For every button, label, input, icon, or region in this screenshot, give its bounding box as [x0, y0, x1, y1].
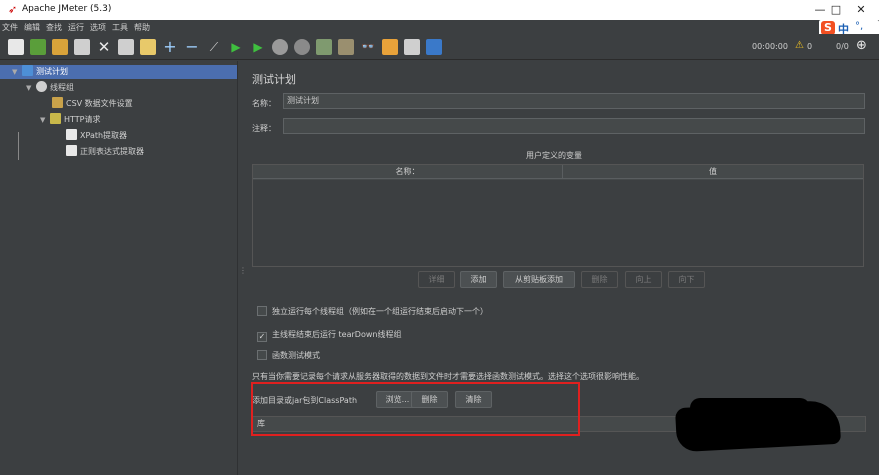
- tree-item-csv-data-set[interactable]: CSV 数据文件设置: [52, 97, 133, 111]
- name-field[interactable]: 测试计划: [283, 93, 865, 109]
- menu-search[interactable]: 查找: [46, 22, 62, 33]
- clear-all-icon[interactable]: [338, 39, 354, 55]
- test-plan-tree: ▼ 测试计划 ▼ 线程组 CSV 数据文件设置 ▼ HTTP请求 XPath提取器 正…: [0, 61, 237, 475]
- add-from-clipboard-button[interactable]: 从剪贴板添加: [503, 271, 575, 288]
- tree-item-thread-group[interactable]: ▼ 线程组: [26, 81, 74, 95]
- extractor-icon: [66, 129, 77, 140]
- stop-icon[interactable]: [272, 39, 288, 55]
- comment-field[interactable]: [283, 118, 865, 134]
- functional-mode-note: 只有当你需要记录每个请求从服务器取得的数据到文件时才需要选择函数测试模式。选择这…: [252, 372, 644, 381]
- remote-globe-icon[interactable]: ⊕: [856, 38, 867, 53]
- warning-icon[interactable]: ⚠: [795, 40, 804, 51]
- title-bar: ➶ Apache JMeter (5.3) — □ ✕: [0, 0, 879, 20]
- move-down-button[interactable]: 向下: [668, 271, 705, 288]
- copy-icon[interactable]: [118, 39, 134, 55]
- help-icon[interactable]: [426, 39, 442, 55]
- column-header-name[interactable]: 名称：: [253, 165, 563, 179]
- panel-splitter[interactable]: ⋮: [237, 61, 247, 475]
- new-icon[interactable]: [8, 39, 24, 55]
- sampler-pen-icon: [50, 113, 61, 124]
- clear-icon[interactable]: [316, 39, 332, 55]
- templates-icon[interactable]: [30, 39, 46, 55]
- column-header-value[interactable]: 值: [563, 165, 863, 179]
- chevron-down-icon[interactable]: ▼: [12, 65, 22, 79]
- serial-checkbox[interactable]: [257, 306, 267, 316]
- teardown-option[interactable]: ✓ 主线程结束后运行 tearDown线程组: [257, 329, 401, 342]
- tree-item-http-request[interactable]: ▼ HTTP请求: [40, 113, 100, 127]
- shutdown-icon[interactable]: [294, 39, 310, 55]
- menu-bar: 文件 编辑 查找 运行 选项 工具 帮助: [0, 20, 879, 34]
- comment-label: 注释：: [252, 124, 276, 133]
- config-tools-icon: [52, 97, 63, 108]
- user-variables-table[interactable]: 名称： 值: [252, 164, 864, 267]
- tree-item-regex-extractor[interactable]: 正则表达式提取器: [66, 145, 144, 159]
- redaction-mark: [674, 399, 842, 453]
- ime-punct: °,: [855, 21, 864, 32]
- start-icon[interactable]: ▶: [228, 39, 244, 55]
- chevron-down-icon[interactable]: ▼: [40, 113, 50, 127]
- toolbar: ✕ + − ⟋ ▶ ▶ 👓 00:00:00 ⚠ 0 0/0 ⊕: [0, 34, 879, 60]
- menu-edit[interactable]: 编辑: [24, 22, 40, 33]
- maximize-button[interactable]: □: [823, 2, 849, 18]
- toggle-icon[interactable]: ⟋: [206, 39, 222, 55]
- menu-run[interactable]: 运行: [68, 22, 84, 33]
- detail-button[interactable]: 详细: [418, 271, 455, 288]
- menu-help[interactable]: 帮助: [134, 22, 150, 33]
- chevron-down-icon[interactable]: ▼: [26, 81, 36, 95]
- menu-file[interactable]: 文件: [2, 22, 18, 33]
- page-title: 测试计划: [252, 73, 296, 86]
- extractor-icon: [66, 145, 77, 156]
- tree-guide-line: [18, 132, 19, 160]
- close-button[interactable]: ✕: [848, 2, 874, 18]
- collapse-icon[interactable]: −: [184, 39, 200, 55]
- function-helper-icon[interactable]: [404, 39, 420, 55]
- menu-tools[interactable]: 工具: [112, 22, 128, 33]
- expand-icon[interactable]: +: [162, 39, 178, 55]
- user-defined-variables-title: 用户定义的变量: [526, 151, 582, 160]
- save-icon[interactable]: [74, 39, 90, 55]
- open-icon[interactable]: [52, 39, 68, 55]
- jmeter-feather-icon: ➶: [8, 3, 18, 16]
- functional-mode-checkbox[interactable]: [257, 350, 267, 360]
- move-up-button[interactable]: 向上: [625, 271, 662, 288]
- menu-options[interactable]: 选项: [90, 22, 106, 33]
- search-icon[interactable]: 👓: [360, 39, 376, 55]
- elapsed-timer: 00:00:00: [752, 42, 788, 51]
- serial-thread-groups-option[interactable]: 独立运行每个线程组（例如在一个组运行结束后启动下一个）: [257, 306, 488, 318]
- paste-icon[interactable]: [140, 39, 156, 55]
- tree-item-test-plan[interactable]: ▼ 测试计划: [0, 65, 237, 79]
- thread-count: 0/0: [836, 42, 849, 51]
- highlight-box: [251, 382, 580, 436]
- table-body[interactable]: [253, 180, 863, 266]
- test-plan-icon: [22, 65, 33, 76]
- functional-mode-option[interactable]: 函数测试模式: [257, 350, 320, 362]
- delete-button[interactable]: 删除: [581, 271, 618, 288]
- warning-count: 0: [807, 42, 813, 51]
- window-title: Apache JMeter (5.3): [22, 4, 112, 14]
- sogou-logo-icon: S: [821, 21, 835, 35]
- teardown-checkbox[interactable]: ✓: [257, 332, 267, 342]
- cut-icon[interactable]: ✕: [96, 39, 112, 55]
- reset-search-icon[interactable]: [382, 39, 398, 55]
- gear-icon: [36, 81, 47, 92]
- name-label: 名称：: [252, 99, 276, 108]
- start-no-pauses-icon[interactable]: ▶: [250, 39, 266, 55]
- add-button[interactable]: 添加: [460, 271, 497, 288]
- tree-item-xpath-extractor[interactable]: XPath提取器: [66, 129, 127, 143]
